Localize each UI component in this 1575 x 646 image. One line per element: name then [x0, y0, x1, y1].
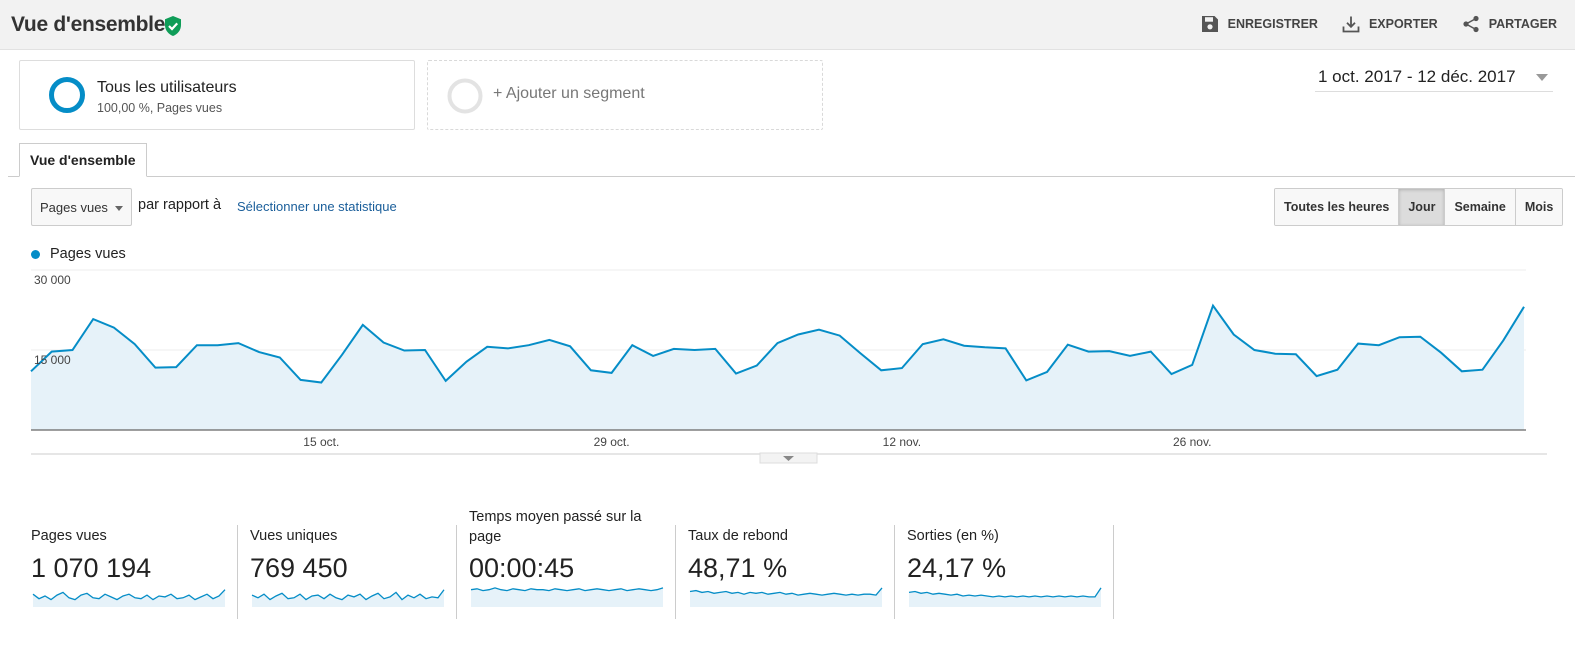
kpi-label: Temps moyen passé sur la page	[469, 509, 642, 545]
kpi-sparkline	[32, 589, 226, 607]
kpi-value: 1 070 194	[31, 553, 152, 583]
report-actions: ENREGISTRER EXPORTER PARTAGER	[1201, 15, 1557, 33]
kpi-sparkline	[470, 587, 664, 607]
segment-detail: 100,00 %, Pages vues	[97, 101, 223, 115]
kpi-pageviews[interactable]: Pages vues 1 070 194	[31, 505, 238, 621]
legend-series-name: Pages vues	[50, 246, 126, 262]
date-range-text: 1 oct. 2017 - 12 déc. 2017	[1318, 67, 1516, 86]
kpi-divider	[894, 525, 895, 619]
x-tick-label: 29 oct.	[594, 435, 630, 449]
y-tick-label: 30 000	[34, 273, 71, 287]
verified-shield-icon	[165, 16, 181, 36]
kpi-divider	[456, 525, 457, 619]
legend-dot	[31, 249, 40, 259]
granularity-month[interactable]: Mois	[1515, 189, 1563, 225]
kpi-sparkline	[908, 587, 1102, 607]
kpi-sparkline	[689, 587, 883, 607]
metric-select[interactable]: Pages vues	[31, 188, 132, 226]
chevron-down-icon	[1536, 74, 1548, 81]
kpi-exits[interactable]: Sorties (en %) 24,17 %	[907, 505, 1114, 621]
y-tick-label: 15 000	[34, 353, 71, 367]
top-bar: Vue d'ensemble ENREGISTRER EXPORTER PART…	[0, 0, 1575, 50]
export-label: EXPORTER	[1368, 17, 1438, 31]
kpi-unique-views[interactable]: Vues uniques 769 450	[250, 505, 457, 621]
granularity-week[interactable]: Semaine	[1445, 189, 1516, 225]
kpi-divider	[1113, 525, 1114, 619]
sparkline-area	[252, 589, 444, 607]
save-button[interactable]: ENREGISTRER	[1201, 15, 1318, 33]
chart-legend: Pages vues	[31, 246, 126, 262]
kpi-sparkline	[251, 589, 445, 607]
kpi-label: Sorties (en %)	[907, 528, 999, 544]
tab-overview[interactable]: Vue d'ensemble	[19, 143, 147, 177]
x-tick-label: 15 oct.	[303, 435, 339, 449]
kpi-avg-time[interactable]: Temps moyen passé sur la page 00:00:45	[469, 505, 676, 621]
date-range-picker[interactable]: 1 oct. 2017 - 12 déc. 2017	[1315, 64, 1553, 92]
add-segment-button[interactable]: + Ajouter un segment	[427, 60, 823, 130]
granularity-day[interactable]: Jour	[1399, 189, 1446, 225]
segment-name: Tous les utilisateurs	[97, 79, 237, 96]
page-title: Vue d'ensemble	[11, 13, 166, 36]
kpi-value: 24,17 %	[907, 553, 1007, 583]
chevron-down-icon	[115, 206, 123, 211]
download-icon	[1342, 16, 1360, 33]
kpi-label: Pages vues	[31, 528, 107, 544]
kpi-divider	[237, 525, 238, 619]
kpi-value: 48,71 %	[688, 553, 788, 583]
add-segment-label: + Ajouter un segment	[493, 85, 645, 102]
save-label: ENREGISTRER	[1227, 17, 1318, 31]
x-tick-label: 26 nov.	[1173, 435, 1211, 449]
versus-label: par rapport à	[138, 197, 222, 213]
collapse-handle[interactable]	[759, 452, 818, 464]
export-button[interactable]: EXPORTER	[1342, 15, 1438, 33]
share-icon	[1463, 15, 1479, 33]
share-label: PARTAGER	[1488, 17, 1557, 31]
save-icon	[1201, 16, 1218, 32]
kpi-row: Pages vues 1 070 194 Vues uniques 769 45…	[31, 505, 1131, 621]
share-button[interactable]: PARTAGER	[1462, 15, 1557, 33]
select-statistic-link[interactable]: Sélectionner une statistique	[237, 199, 397, 214]
granularity-hourly[interactable]: Toutes les heures	[1275, 189, 1400, 225]
granularity-toggle: Toutes les heures Jour Semaine Mois	[1274, 188, 1564, 226]
metric-select-value: Pages vues	[40, 200, 108, 215]
empty-segment-ring-icon	[447, 78, 483, 114]
segment-ring-icon	[49, 77, 85, 113]
segment-all-users[interactable]: Tous les utilisateurs 100,00 %, Pages vu…	[19, 60, 415, 130]
kpi-value: 769 450	[250, 553, 348, 583]
x-tick-label: 12 nov.	[883, 435, 921, 449]
series-area	[31, 305, 1524, 430]
kpi-divider	[675, 525, 676, 619]
kpi-bounce-rate[interactable]: Taux de rebond 48,71 %	[688, 505, 895, 621]
kpi-value: 00:00:45	[469, 553, 575, 583]
kpi-label: Taux de rebond	[688, 528, 788, 544]
pageviews-chart: 30 000 15 000 15 oct. 29 oct. 12 nov. 26 no…	[30, 269, 1547, 464]
tab-divider	[8, 176, 1575, 177]
sparkline-area	[690, 587, 882, 607]
kpi-label: Vues uniques	[250, 528, 338, 544]
